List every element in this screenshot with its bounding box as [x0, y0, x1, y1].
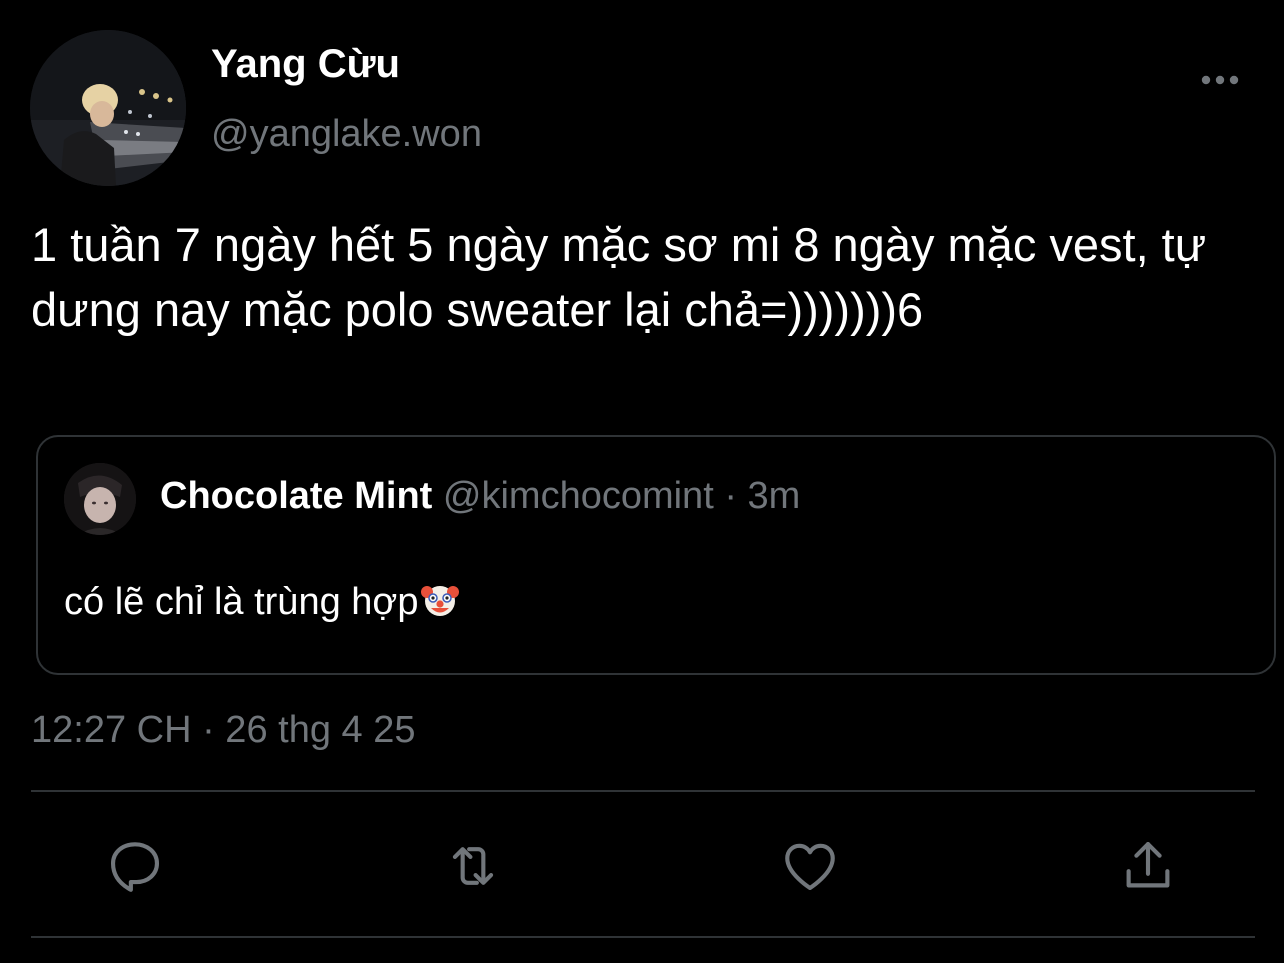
retweet-button[interactable] — [439, 832, 507, 900]
quoted-tweet[interactable]: Chocolate Mint @kimchocomint · 3m có lẽ … — [36, 435, 1276, 675]
divider-top — [31, 790, 1255, 792]
divider-bottom — [31, 936, 1255, 938]
share-button[interactable] — [1114, 832, 1182, 900]
quoted-header: Chocolate Mint @kimchocomint · 3m — [160, 475, 800, 518]
clown-face-icon — [421, 586, 460, 616]
quoted-separator: · — [724, 475, 737, 517]
quoted-text: có lẽ chỉ là trùng hợp — [64, 581, 419, 623]
quoted-time[interactable]: 3m — [748, 475, 801, 517]
heart-icon — [785, 843, 835, 891]
reply-icon — [110, 842, 160, 892]
tweet-timestamp[interactable]: 12:27 CH · 26 thg 4 25 — [31, 709, 415, 752]
author-display-name[interactable]: Yang Cừu — [211, 42, 400, 87]
tweet-text: 1 tuần 7 ngày hết 5 ngày mặc sơ mi 8 ngà… — [31, 218, 1220, 336]
more-options-button[interactable] — [1196, 62, 1244, 98]
quoted-author-avatar[interactable] — [64, 463, 136, 535]
share-icon — [1126, 841, 1170, 888]
action-bar — [0, 820, 1284, 910]
more-horizontal-icon — [1201, 75, 1239, 85]
author-avatar[interactable] — [30, 30, 186, 186]
quoted-text-line: có lẽ chỉ là trùng hợp — [64, 580, 460, 624]
like-button[interactable] — [776, 832, 844, 900]
retweet-icon — [452, 847, 494, 885]
reply-button[interactable] — [101, 832, 169, 900]
quoted-handle[interactable]: @kimchocomint — [443, 475, 714, 517]
quoted-display-name[interactable]: Chocolate Mint — [160, 475, 432, 517]
author-handle[interactable]: @yanglake.won — [211, 113, 482, 156]
